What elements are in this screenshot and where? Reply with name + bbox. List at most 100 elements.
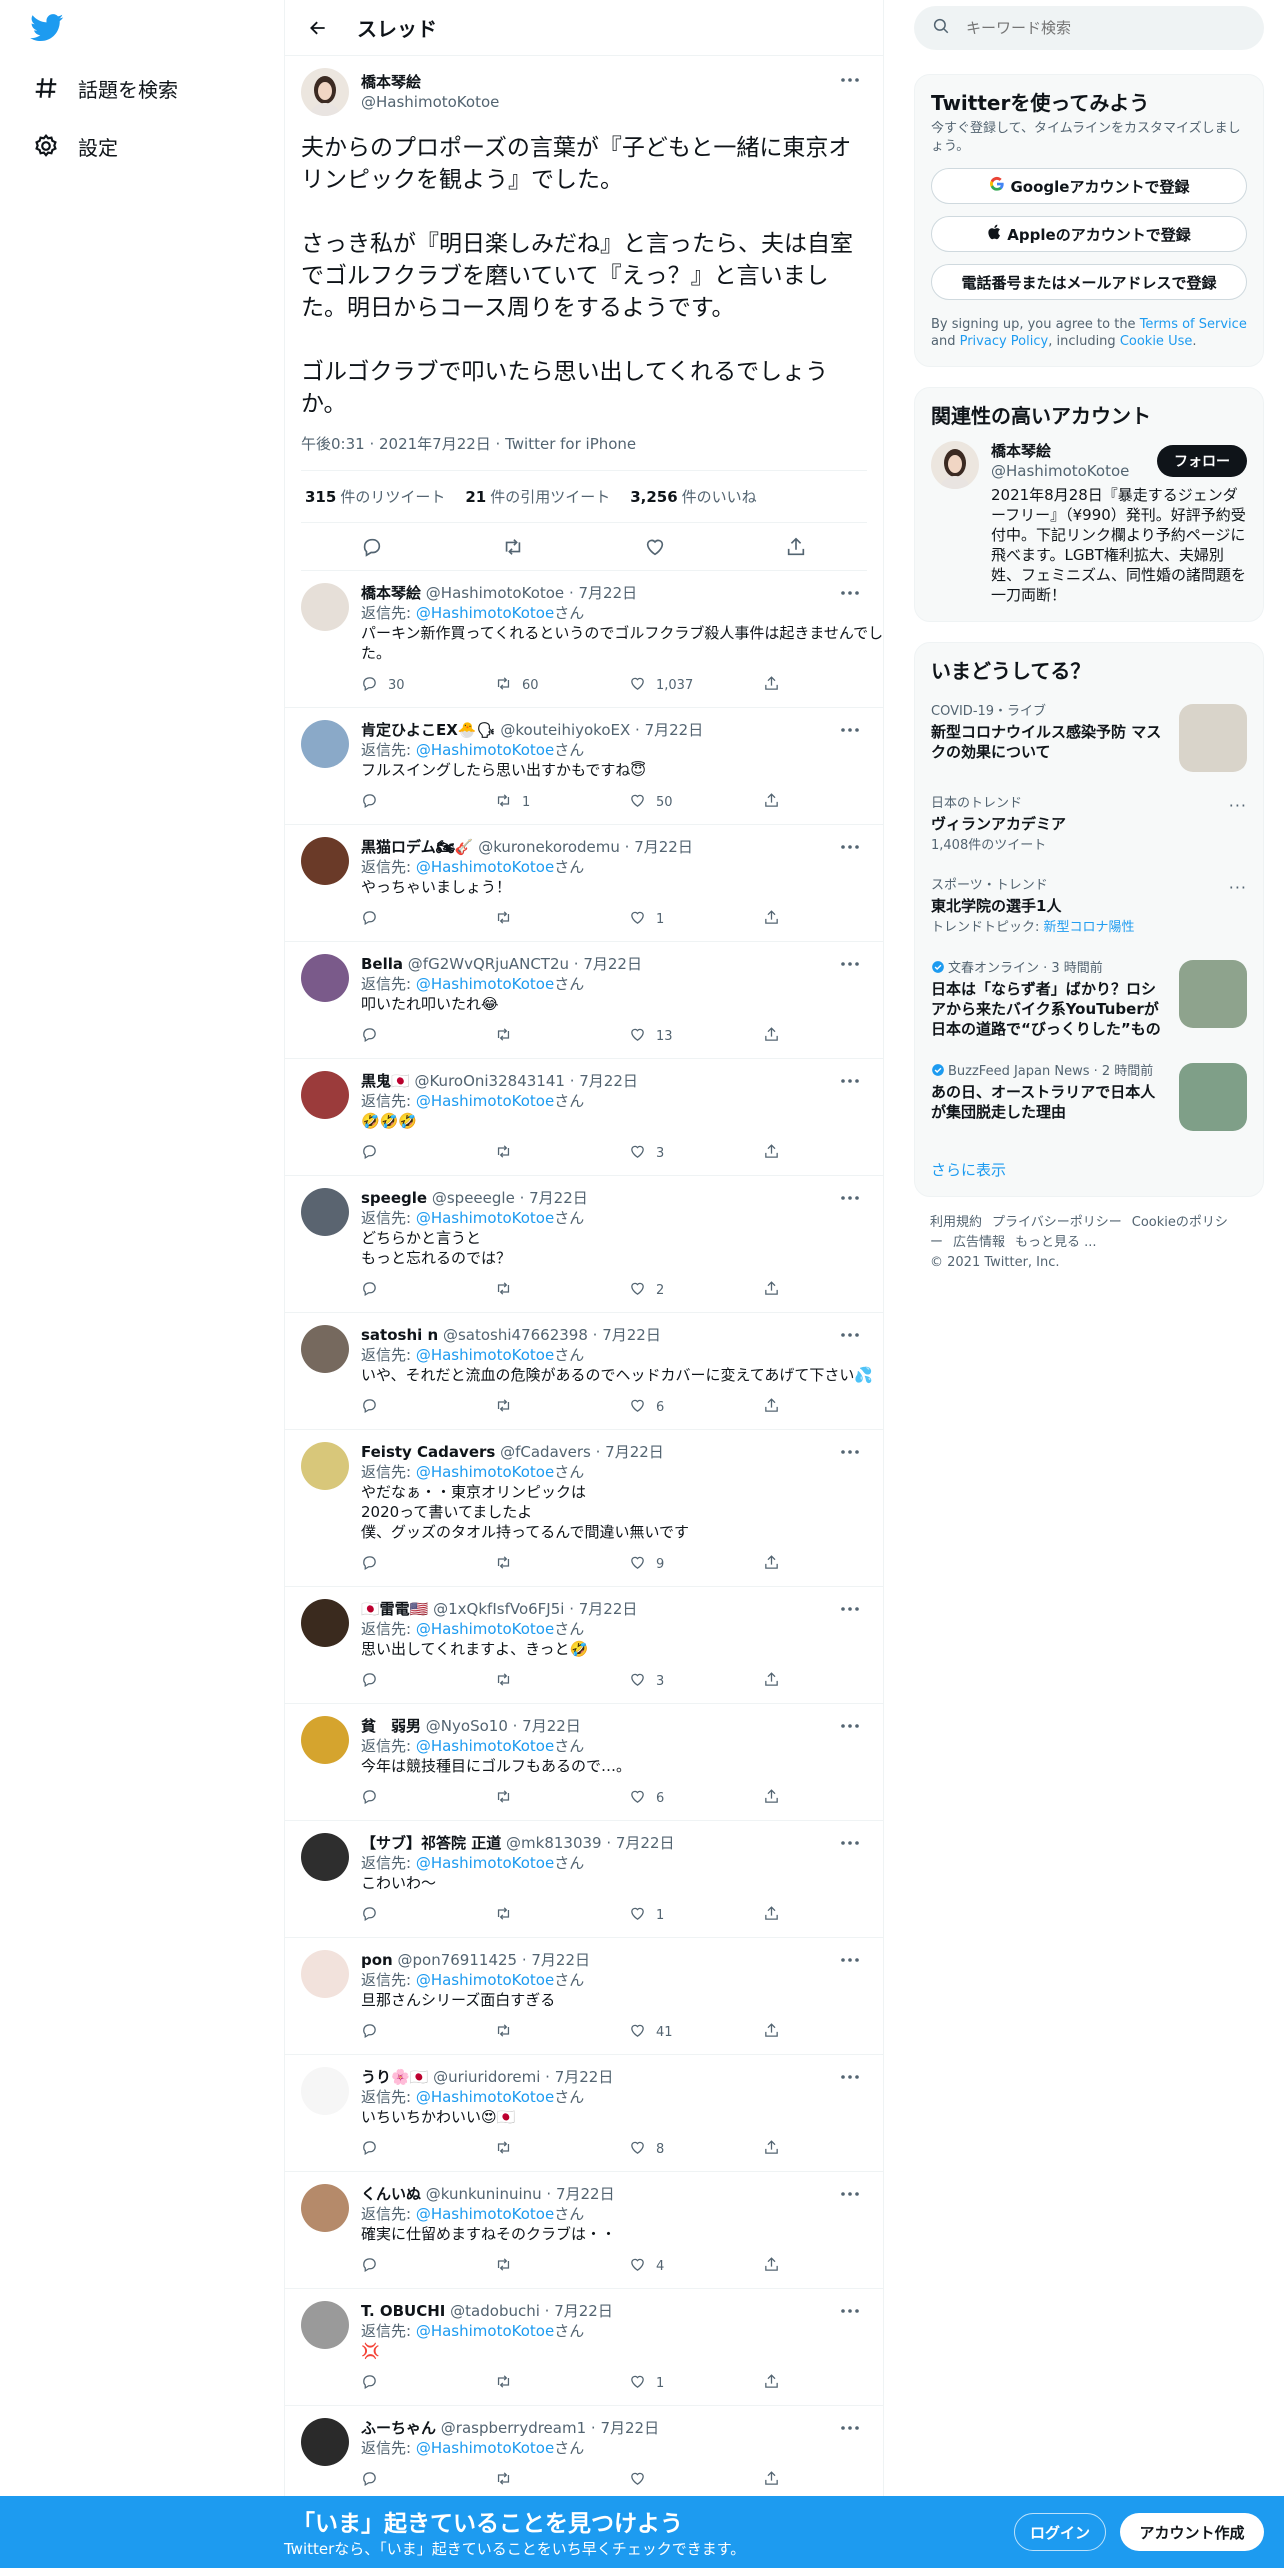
reply-date[interactable]: 7月22日: [531, 1951, 590, 1969]
avatar[interactable]: [301, 2418, 349, 2466]
more-icon[interactable]: [833, 1950, 867, 1970]
avatar[interactable]: [301, 68, 349, 116]
more-icon[interactable]: [833, 70, 867, 90]
retweet-button[interactable]: [495, 2470, 629, 2491]
reply-tweet[interactable]: Bella @fG2WvQRjuANCT2u · 7月22日 返信先: @Hash…: [285, 942, 883, 1059]
more-icon[interactable]: [833, 2184, 867, 2204]
mention-link[interactable]: @HashimotoKotoe: [416, 975, 554, 993]
reply-button[interactable]: [361, 2470, 495, 2491]
mention-link[interactable]: @HashimotoKotoe: [416, 1620, 554, 1638]
reply-author-handle[interactable]: @tadobuchi: [450, 2302, 540, 2320]
nav-explore[interactable]: 話題を検索: [32, 68, 178, 108]
mention-link[interactable]: @HashimotoKotoe: [416, 1463, 554, 1481]
avatar[interactable]: [301, 954, 349, 1002]
reply-date[interactable]: 7月22日: [578, 584, 637, 602]
google-signup-button[interactable]: Googleアカウントで登録: [931, 168, 1247, 204]
related-account[interactable]: 橋本琴絵 @HashimotoKotoe 2021年8月28日『暴走するジェンダ…: [915, 433, 1263, 621]
mention-link[interactable]: @HashimotoKotoe: [416, 1971, 554, 1989]
reply-author-name[interactable]: 肯定ひよこEX🐣🗣: [361, 721, 496, 739]
reply-author-name[interactable]: Feisty Cadavers: [361, 1443, 495, 1461]
share-icon[interactable]: [779, 530, 813, 564]
avatar[interactable]: [301, 2067, 349, 2115]
trend-thumbnail[interactable]: [1179, 1063, 1247, 1131]
more-icon[interactable]: [833, 2418, 867, 2438]
reply-button[interactable]: [361, 2256, 495, 2277]
reply-author-name[interactable]: T. OBUCHI: [361, 2302, 445, 2320]
reply-tweet[interactable]: ふーちゃん @raspberrydream1 · 7月22日 返信先: @Hash…: [285, 2406, 883, 2503]
avatar[interactable]: [301, 1833, 349, 1881]
reply-author-handle[interactable]: @fCadavers: [500, 1443, 591, 1461]
reply-date[interactable]: 7月22日: [556, 2185, 615, 2203]
retweet-button[interactable]: [495, 2256, 629, 2277]
more-icon[interactable]: ···: [1229, 878, 1247, 897]
more-icon[interactable]: [833, 720, 867, 740]
mention-link[interactable]: @HashimotoKotoe: [416, 1209, 554, 1227]
privacy-link[interactable]: Privacy Policy: [960, 334, 1049, 349]
trend-item[interactable]: COVID-19・ライブ 新型コロナウイルス感染予防 マスクの効果について: [915, 692, 1263, 784]
share-button[interactable]: [763, 909, 883, 930]
twitter-logo-icon[interactable]: [30, 14, 66, 44]
share-button[interactable]: [763, 1905, 883, 1926]
reply-author-handle[interactable]: @KuroOni32843141: [414, 1072, 564, 1090]
reply-date[interactable]: 7月22日: [554, 2302, 613, 2320]
phone-signup-button[interactable]: 電話番号またはメールアドレスで登録: [931, 264, 1247, 300]
avatar[interactable]: [931, 441, 979, 489]
reply-button[interactable]: [361, 1788, 495, 1809]
like-icon[interactable]: [638, 530, 672, 564]
mention-link[interactable]: @HashimotoKotoe: [416, 604, 554, 622]
retweet-button[interactable]: 60: [495, 675, 629, 696]
reply-date[interactable]: 7月22日: [579, 1072, 638, 1090]
mention-link[interactable]: @HashimotoKotoe: [416, 1737, 554, 1755]
reply-tweet[interactable]: satoshi n @satoshi47662398 · 7月22日 返信先: @…: [285, 1313, 883, 1430]
mention-link[interactable]: @HashimotoKotoe: [416, 2205, 554, 2223]
reply-date[interactable]: 7月22日: [583, 955, 642, 973]
reply-button[interactable]: [361, 2139, 495, 2160]
reply-author-name[interactable]: satoshi n: [361, 1326, 438, 1344]
search-box[interactable]: [914, 6, 1264, 50]
reply-author-handle[interactable]: @satoshi47662398: [443, 1326, 588, 1344]
retweet-button[interactable]: 1: [495, 792, 629, 813]
more-icon[interactable]: [833, 1325, 867, 1345]
trend-topic-link[interactable]: 新型コロナ陽性: [1044, 920, 1135, 935]
reply-button[interactable]: [361, 1397, 495, 1418]
retweet-button[interactable]: [495, 1397, 629, 1418]
more-icon[interactable]: [833, 1442, 867, 1462]
reply-tweet[interactable]: Feisty Cadavers @fCadavers · 7月22日 返信先: @…: [285, 1430, 883, 1587]
more-icon[interactable]: [833, 1599, 867, 1619]
retweet-button[interactable]: [495, 1554, 629, 1575]
mention-link[interactable]: @HashimotoKotoe: [416, 1092, 554, 1110]
reply-tweet[interactable]: 黒猫ロデム🏍🎸 @kuronekorodemu · 7月22日 返信先: @Has…: [285, 825, 883, 942]
trend-item[interactable]: BuzzFeed Japan News · 2 時間前 あの日、オーストラリアで日…: [915, 1051, 1263, 1143]
reply-button[interactable]: [361, 2022, 495, 2043]
retweet-button[interactable]: [495, 1143, 629, 1164]
signup-button[interactable]: アカウント作成: [1120, 2513, 1264, 2551]
retweet-count[interactable]: 315 件のリツイート: [305, 486, 445, 507]
reply-button[interactable]: [361, 909, 495, 930]
reply-button[interactable]: [361, 1280, 495, 1301]
like-button[interactable]: 1: [629, 2373, 763, 2394]
reply-tweet[interactable]: くんいぬ @kunkuninuinu · 7月22日 返信先: @Hashimot…: [285, 2172, 883, 2289]
author-name[interactable]: 橋本琴絵: [361, 72, 499, 92]
avatar[interactable]: [301, 1188, 349, 1236]
avatar[interactable]: [301, 1716, 349, 1764]
search-input[interactable]: [966, 19, 1226, 37]
reply-author-name[interactable]: ふーちゃん: [361, 2419, 436, 2437]
retweet-button[interactable]: [495, 2373, 629, 2394]
share-button[interactable]: [763, 1143, 883, 1164]
share-button[interactable]: [763, 675, 883, 696]
reply-author-handle[interactable]: @NyoSo10: [426, 1717, 508, 1735]
show-more-link[interactable]: さらに表示: [915, 1143, 1263, 1196]
nav-settings[interactable]: 設定: [32, 126, 118, 166]
reply-author-name[interactable]: 🇯🇵雷電🇺🇸: [361, 1600, 428, 1618]
like-button[interactable]: 41: [629, 2022, 763, 2043]
retweet-icon[interactable]: [496, 530, 530, 564]
footer-link[interactable]: 広告情報: [953, 1235, 1005, 1250]
share-button[interactable]: [763, 1280, 883, 1301]
share-button[interactable]: [763, 1397, 883, 1418]
reply-author-handle[interactable]: @kunkuninuinu: [426, 2185, 542, 2203]
quote-count[interactable]: 21 件の引用ツイート: [465, 486, 610, 507]
share-button[interactable]: [763, 2139, 883, 2160]
reply-author-handle[interactable]: @mk813039: [506, 1834, 602, 1852]
reply-author-handle[interactable]: @fG2WvQRjuANCT2u: [408, 955, 569, 973]
share-button[interactable]: [763, 2470, 883, 2491]
